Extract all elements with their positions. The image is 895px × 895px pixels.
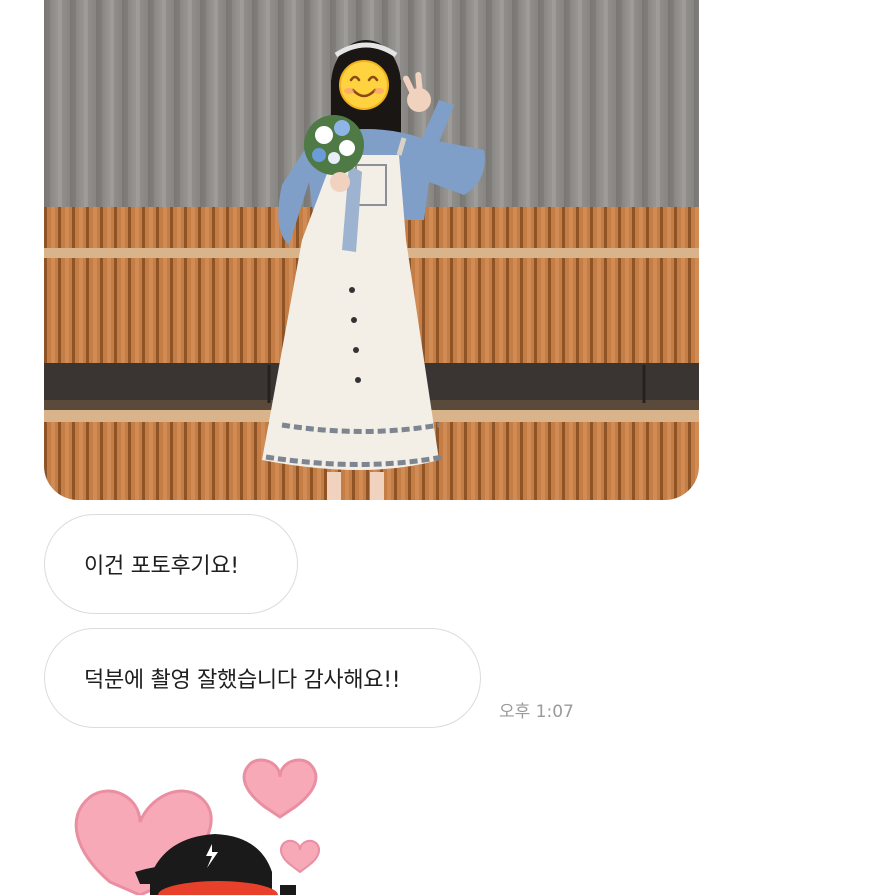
smiling-face-emoji-icon (339, 60, 389, 110)
message-bubble[interactable]: 덕분에 촬영 잘했습니다 감사해요!! (44, 628, 481, 728)
message-text: 이건 포토후기요! (84, 554, 239, 579)
photo-message[interactable] (44, 0, 699, 500)
message-text: 덕분에 촬영 잘했습니다 감사해요!! (84, 668, 401, 693)
chat-screen: 이건 포토후기요! 덕분에 촬영 잘했습니다 감사해요!! 오후 1:07 (0, 0, 895, 895)
message-bubble[interactable]: 이건 포토후기요! (44, 514, 298, 614)
heart-character-sticker-icon (74, 758, 321, 895)
emoticon-sticker[interactable] (50, 752, 350, 895)
photo-image (44, 0, 699, 500)
message-timestamp: 오후 1:07 (499, 702, 574, 722)
